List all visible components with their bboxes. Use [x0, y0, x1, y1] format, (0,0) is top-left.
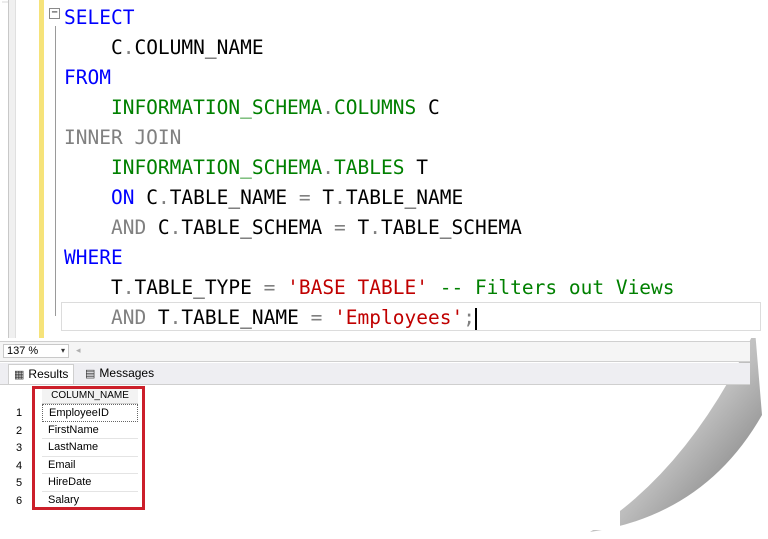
code-token: ON	[64, 186, 135, 209]
editor-margin	[9, 0, 16, 338]
row-number[interactable]: 5	[0, 475, 30, 493]
row-number[interactable]: 3	[0, 440, 30, 458]
zoom-value: 137 %	[7, 345, 39, 357]
code-token: AND	[64, 306, 147, 329]
sql-code[interactable]: SELECT C.COLUMN_NAME FROM INFORMATION_SCH…	[64, 3, 675, 333]
code-token: COLUMN_NAME	[134, 36, 264, 59]
tab-results-label: Results	[28, 367, 69, 381]
messages-icon: ▤	[85, 368, 96, 380]
code-token: .	[169, 306, 182, 329]
row-number[interactable]: 4	[0, 458, 30, 476]
code-token: .	[334, 186, 346, 209]
code-line[interactable]: FROM	[64, 63, 675, 93]
collapse-region-icon[interactable]: −	[49, 8, 60, 19]
code-token: =	[334, 216, 346, 239]
code-token: TABLE_NAME	[345, 186, 464, 209]
code-token: TABLES	[334, 156, 405, 179]
zoom-bar: 137 % ▾ ◂	[0, 341, 750, 362]
code-token: WHERE	[64, 246, 123, 269]
code-token: .	[322, 156, 335, 179]
text-caret	[474, 307, 477, 330]
code-token: T	[345, 216, 370, 239]
code-token: .	[369, 216, 382, 239]
code-token: ;	[463, 306, 475, 329]
code-token: 'Employees'	[334, 306, 464, 329]
code-token: .	[322, 96, 335, 119]
query-editor[interactable]: − SELECT C.COLUMN_NAME FROM INFORMATION_S…	[8, 0, 761, 338]
code-token: INFORMATION_SCHEMA	[64, 96, 323, 119]
tab-messages-label: Messages	[99, 366, 155, 380]
code-token: C	[64, 36, 123, 59]
grid-icon: ▦	[14, 369, 25, 381]
code-token: SELECT	[64, 6, 135, 29]
change-tracking-bar	[39, 0, 44, 338]
code-line[interactable]: C.COLUMN_NAME	[64, 33, 675, 63]
code-line[interactable]: SELECT	[64, 3, 675, 33]
code-token: .	[157, 186, 170, 209]
chevron-down-icon: ▾	[60, 346, 65, 355]
code-token: COLUMNS	[334, 96, 417, 119]
code-line[interactable]: T.TABLE_TYPE = 'BASE TABLE' -- Filters o…	[64, 273, 675, 303]
code-token: =	[298, 186, 311, 209]
code-token: C	[416, 96, 440, 119]
code-token: =	[263, 276, 276, 299]
code-line[interactable]: INFORMATION_SCHEMA.COLUMNS C	[64, 93, 675, 123]
tab-results[interactable]: ▦ Results	[8, 364, 75, 384]
code-token: C	[134, 186, 158, 209]
code-token: .	[169, 216, 182, 239]
code-token: TABLE_SCHEMA	[381, 216, 522, 239]
code-token: -- Filters out Views	[427, 276, 675, 299]
row-number[interactable]: 6	[0, 493, 30, 511]
outline-guide-line	[55, 26, 56, 316]
code-token: INFORMATION_SCHEMA	[64, 156, 323, 179]
code-token: C	[146, 216, 170, 239]
row-number[interactable]: 1	[0, 405, 30, 423]
code-token: T	[310, 186, 335, 209]
row-number[interactable]: 2	[0, 423, 30, 441]
code-token: =	[310, 306, 323, 329]
code-token: TABLE_SCHEMA	[181, 216, 335, 239]
row-numbers: 1 2 3 4 5 6	[0, 405, 30, 510]
tab-messages[interactable]: ▤ Messages	[80, 364, 159, 384]
code-line[interactable]: INFORMATION_SCHEMA.TABLES T	[64, 153, 675, 183]
code-token: TABLE_TYPE	[134, 276, 264, 299]
code-line[interactable]: WHERE	[64, 243, 675, 273]
code-line[interactable]: INNER JOIN	[64, 123, 675, 153]
code-line[interactable]: AND T.TABLE_NAME = 'Employees';	[64, 303, 675, 333]
code-line[interactable]: ON C.TABLE_NAME = T.TABLE_NAME	[64, 183, 675, 213]
code-token: TABLE_NAME	[181, 306, 311, 329]
results-tabs: ▦ Results ▤ Messages	[0, 363, 750, 385]
code-token: T	[146, 306, 170, 329]
code-token: INNER JOIN	[64, 126, 182, 149]
code-token: FROM	[64, 66, 111, 89]
code-token: T	[404, 156, 428, 179]
highlight-annotation-box	[32, 386, 145, 510]
zoom-dropdown[interactable]: 137 % ▾	[3, 344, 69, 358]
code-line[interactable]: AND C.TABLE_SCHEMA = T.TABLE_SCHEMA	[64, 213, 675, 243]
code-token: AND	[64, 216, 147, 239]
code-token: .	[122, 276, 135, 299]
code-token: .	[122, 36, 135, 59]
code-token: TABLE_NAME	[169, 186, 299, 209]
code-token: 'BASE TABLE'	[287, 276, 428, 299]
scroll-left-icon[interactable]: ◂	[76, 345, 81, 356]
code-token: T	[64, 276, 123, 299]
